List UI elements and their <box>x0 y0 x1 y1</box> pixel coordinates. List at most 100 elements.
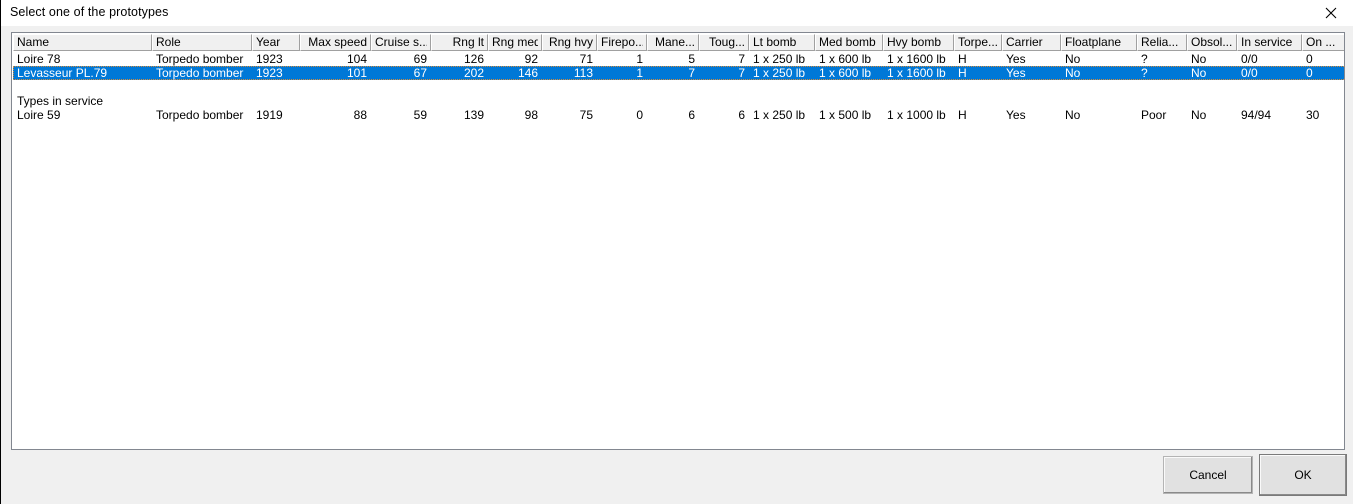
table-cell: 5 <box>688 52 695 66</box>
column-header[interactable]: Role <box>152 34 252 51</box>
table-cell: No <box>1065 66 1081 80</box>
table-cell: 59 <box>413 108 427 122</box>
column-header[interactable]: Carrier <box>1002 34 1061 51</box>
table-cell: 0/0 <box>1241 66 1258 80</box>
table-cell: 1923 <box>256 66 283 80</box>
column-header-label: Carrier <box>1006 35 1043 49</box>
column-header[interactable]: Lt bomb <box>749 34 815 51</box>
table-row[interactable]: Levasseur PL.79 Torpedo bomber 1923 101 67 20… <box>13 66 1344 80</box>
column-header[interactable]: Hvy bomb <box>883 34 954 51</box>
window-title: Select one of the prototypes <box>10 5 169 19</box>
list-inner: Name Role Year Max speed Cruise s... Rng lt Rn… <box>13 34 1344 449</box>
table-cell: 6 <box>738 108 745 122</box>
table-cell: 0 <box>1306 52 1313 66</box>
column-header[interactable]: Relia... <box>1137 34 1187 51</box>
column-header-label: Lt bomb <box>753 35 797 49</box>
table-cell: 1 x 500 lb <box>819 108 872 122</box>
table-cell: 146 <box>517 66 538 80</box>
column-header-label: Rng lt <box>452 35 484 49</box>
column-header-label: Name <box>17 35 50 49</box>
column-header[interactable]: Firepo... <box>597 34 647 51</box>
table-cell: 1923 <box>256 52 283 66</box>
table-row[interactable]: Loire 59 Torpedo bomber 1919 88 59 139 98 75 0 6 6… <box>13 108 1344 122</box>
prototype-list[interactable]: Name Role Year Max speed Cruise s... Rng lt Rn… <box>11 32 1345 450</box>
column-header[interactable]: Torpe... <box>954 34 1002 51</box>
column-header[interactable]: Rng med <box>488 34 542 51</box>
table-cell: H <box>958 66 967 80</box>
column-header[interactable]: Med bomb <box>815 34 883 51</box>
column-header[interactable]: Obsol... <box>1187 34 1237 51</box>
table-cell: Loire 59 <box>17 108 61 122</box>
table-cell: No <box>1065 52 1081 66</box>
column-header-label: Max speed <box>308 35 367 49</box>
column-header[interactable]: On ... <box>1302 34 1344 51</box>
column-header[interactable]: Max speed <box>300 34 371 51</box>
table-cell: Poor <box>1141 108 1167 122</box>
title-bar: Select one of the prototypes <box>1 0 1353 26</box>
table-cell: 71 <box>579 52 593 66</box>
table-cell: 113 <box>573 66 593 80</box>
table-cell: 0 <box>636 108 643 122</box>
table-cell: Loire 78 <box>17 52 61 66</box>
table-cell: 202 <box>463 66 484 80</box>
column-header[interactable]: Year <box>252 34 300 51</box>
table-cell: No <box>1191 66 1207 80</box>
column-header[interactable]: Name <box>13 34 152 51</box>
table-cell: 7 <box>738 66 745 80</box>
table-header-row: Name Role Year Max speed Cruise s... Rng lt Rn… <box>13 34 1344 51</box>
table-cell: 101 <box>346 66 367 80</box>
column-header-label: Role <box>156 35 181 49</box>
table-cell: 7 <box>688 66 695 80</box>
table-cell: H <box>958 52 967 66</box>
table-cell: 1 x 250 lb <box>753 66 806 80</box>
table-cell: Yes <box>1006 52 1026 66</box>
table-body: Loire 78 Torpedo bomber 1923 104 69 126 92 71 1 5… <box>13 52 1344 122</box>
column-header-label: Rng med <box>492 35 538 49</box>
column-header-label: In service <box>1241 35 1293 49</box>
column-header-label: Relia... <box>1141 35 1179 49</box>
table-cell: H <box>958 108 967 122</box>
table-cell: Levasseur PL.79 <box>17 66 108 80</box>
column-header-label: Toug... <box>708 35 745 49</box>
table-cell: 67 <box>413 66 427 80</box>
column-header-label: Mane... <box>654 35 695 49</box>
table-cell: 1 x 600 lb <box>819 52 872 66</box>
table-cell: Torpedo bomber <box>156 66 244 80</box>
table-cell: Yes <box>1006 66 1026 80</box>
table-cell: 1 <box>636 52 643 66</box>
ok-button[interactable]: OK <box>1259 454 1347 496</box>
column-header[interactable]: Rng lt <box>431 34 488 51</box>
close-icon[interactable] <box>1308 0 1353 26</box>
column-header[interactable]: Rng hvy <box>542 34 597 51</box>
cancel-button[interactable]: Cancel <box>1163 456 1253 494</box>
table-group-header: Types in service <box>13 94 1344 108</box>
table-cell: Torpedo bomber <box>156 108 244 122</box>
table-cell: 1 x 1600 lb <box>887 52 946 66</box>
column-header-label: Firepo... <box>601 35 643 49</box>
table-cell: No <box>1191 52 1207 66</box>
column-header[interactable]: Floatplane <box>1061 34 1137 51</box>
dialog-window: Select one of the prototypes Name Role Yea… <box>0 0 1353 504</box>
column-header-label: Hvy bomb <box>887 35 942 49</box>
column-header[interactable]: Toug... <box>699 34 749 51</box>
table-cell: 7 <box>738 52 745 66</box>
table-cell: 104 <box>346 52 367 66</box>
table-cell: ? <box>1141 52 1148 66</box>
table-cell: 1 x 600 lb <box>819 66 872 80</box>
column-header[interactable]: Cruise s... <box>371 34 431 51</box>
table-cell: 6 <box>688 108 695 122</box>
table-row-spacer <box>13 80 1344 94</box>
table-cell: 1919 <box>256 108 283 122</box>
column-header-label: Obsol... <box>1191 35 1233 49</box>
table-cell: 1 x 250 lb <box>753 108 806 122</box>
column-header-label: On ... <box>1306 35 1336 49</box>
table-row[interactable]: Loire 78 Torpedo bomber 1923 104 69 126 92 71 1 5… <box>13 52 1344 66</box>
table-cell: 1 x 250 lb <box>753 52 806 66</box>
column-header[interactable]: Mane... <box>647 34 699 51</box>
table-cell: 75 <box>579 108 593 122</box>
column-header[interactable]: In service <box>1237 34 1302 51</box>
table-cell: 69 <box>413 52 427 66</box>
cancel-button-label: Cancel <box>1189 468 1227 482</box>
column-header-label: Year <box>256 35 281 49</box>
ok-button-label: OK <box>1294 468 1312 482</box>
